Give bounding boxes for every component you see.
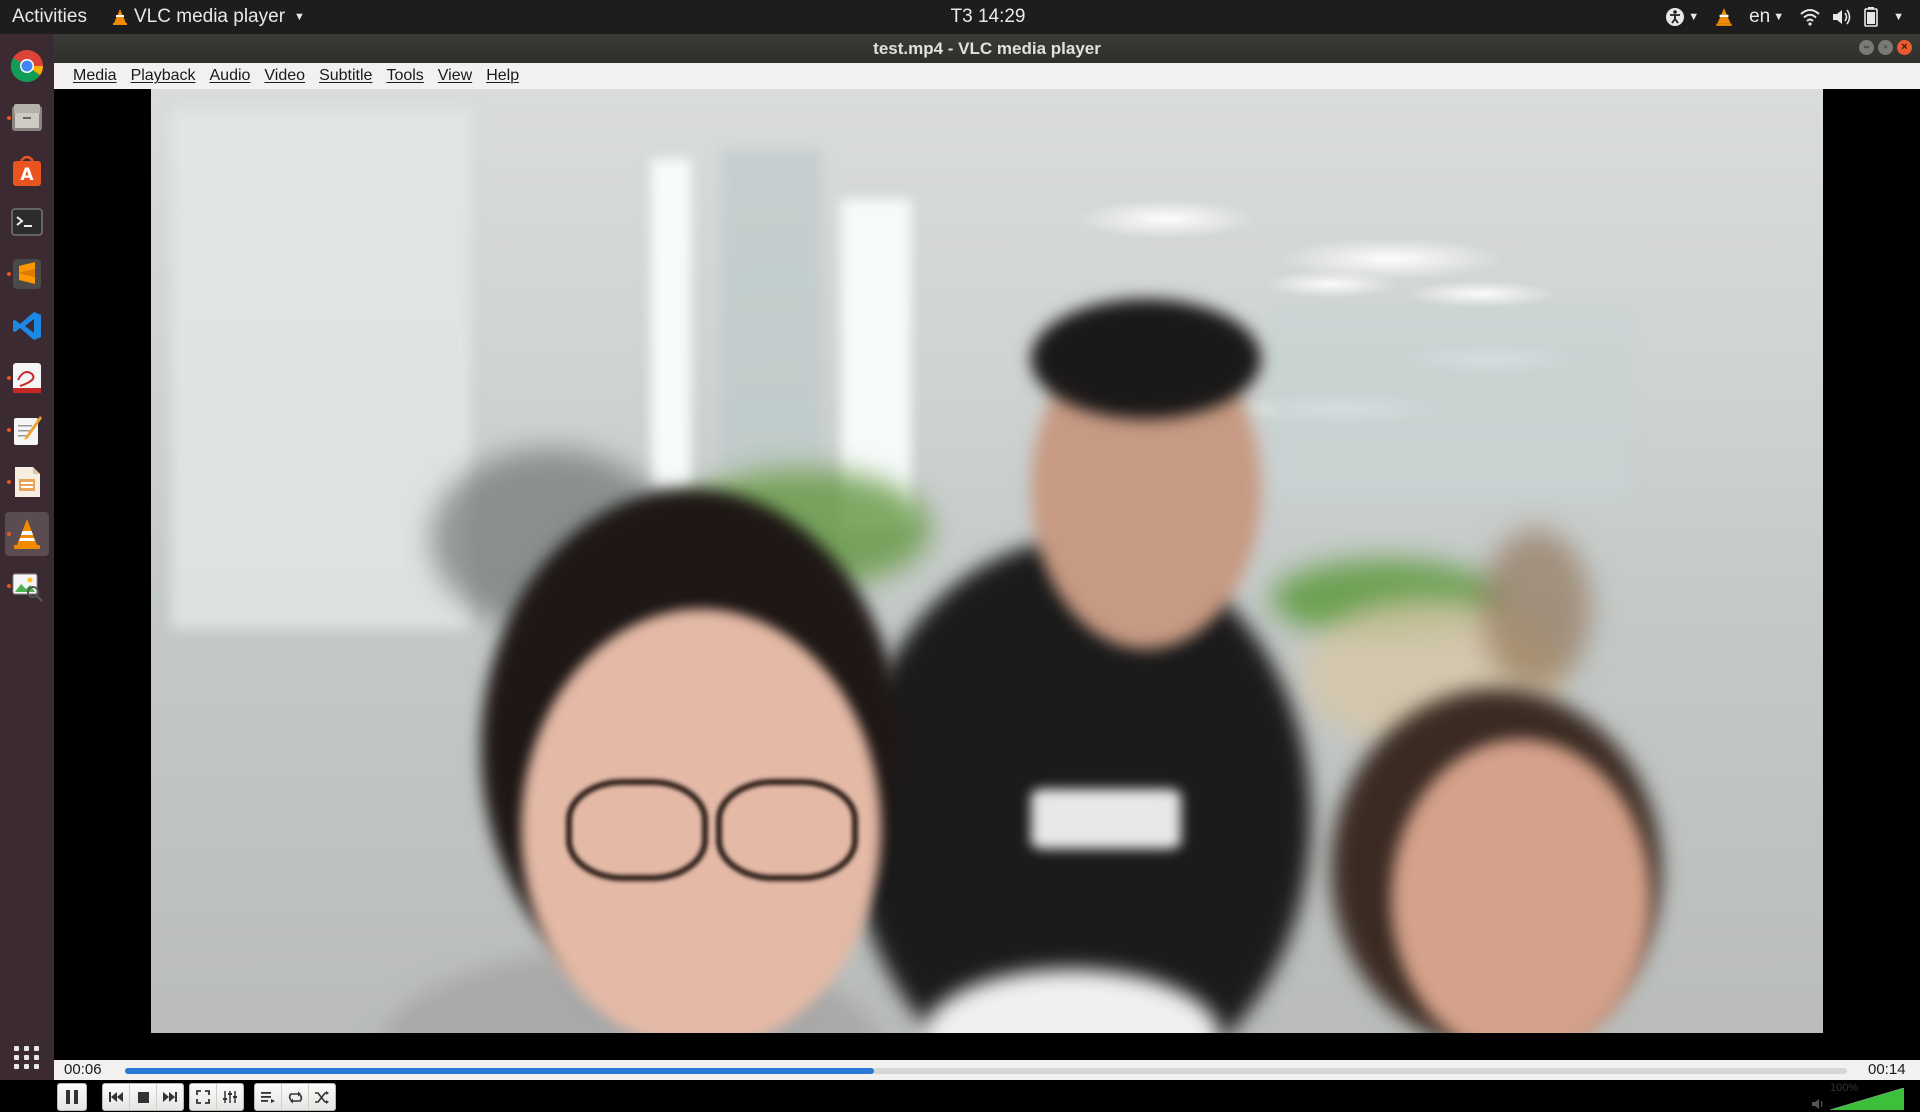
stop-button[interactable] [130, 1084, 157, 1110]
running-indicator [7, 116, 11, 120]
language-menu[interactable]: en ▼ [1749, 0, 1784, 34]
vlc-cone-icon [113, 9, 127, 25]
maximize-button[interactable]: ▫ [1878, 40, 1893, 55]
seek-progress [125, 1068, 875, 1074]
vscode-icon [13, 312, 41, 340]
playlist-group [254, 1083, 336, 1111]
running-indicator [7, 428, 11, 432]
menu-view[interactable]: View [431, 63, 479, 89]
accessibility-icon [1666, 8, 1685, 26]
pause-icon [66, 1090, 78, 1104]
dock-item-vscode[interactable] [5, 304, 49, 348]
menu-help[interactable]: Help [479, 63, 526, 89]
extended-settings-button[interactable] [217, 1084, 243, 1110]
playlist-button[interactable] [255, 1084, 282, 1110]
seek-row: 00:06 00:14 [54, 1060, 1920, 1080]
vlc-window: test.mp4 - VLC media player – ▫ × Media … [54, 34, 1920, 1111]
xournal-icon [13, 363, 41, 393]
fullscreen-icon [196, 1090, 210, 1104]
loop-icon [288, 1091, 302, 1103]
video-frame[interactable] [151, 89, 1823, 1033]
dock-item-image-viewer[interactable] [5, 564, 49, 608]
chevron-down-icon: ▼ [1688, 11, 1700, 23]
top-panel: Activities VLC media player ▼ T3 14:29 ▼… [0, 0, 1920, 34]
dock-item-xournal[interactable] [5, 356, 49, 400]
vlc-tray-icon[interactable] [1715, 7, 1733, 27]
loop-button[interactable] [282, 1084, 309, 1110]
files-icon [12, 104, 42, 131]
system-menu[interactable]: ▼ [1800, 0, 1904, 34]
dock-item-text-editor[interactable] [5, 408, 49, 452]
language-indicator: en [1749, 6, 1771, 27]
running-indicator [7, 272, 11, 276]
next-button[interactable] [157, 1084, 183, 1110]
running-indicator [7, 532, 11, 536]
volume-slider[interactable] [1830, 1088, 1904, 1110]
dock-item-sublime[interactable] [5, 252, 49, 296]
speaker-icon [1812, 1099, 1823, 1109]
transport-group [102, 1083, 184, 1111]
app-menu-label: VLC media player [134, 6, 286, 27]
dock-item-document-viewer[interactable] [5, 460, 49, 504]
menu-media[interactable]: Media [66, 63, 124, 89]
app-menu[interactable]: VLC media player ▼ [112, 0, 305, 34]
previous-icon [109, 1092, 123, 1102]
total-time[interactable]: 00:14 [1868, 1060, 1906, 1080]
menu-audio[interactable]: Audio [203, 63, 258, 89]
previous-button[interactable] [103, 1084, 130, 1110]
dock-item-software[interactable]: A [5, 148, 49, 192]
running-indicator [7, 376, 11, 380]
menu-subtitle[interactable]: Subtitle [312, 63, 379, 89]
chevron-down-icon: ▼ [1773, 11, 1785, 23]
video-area[interactable] [54, 89, 1920, 1060]
svg-text:A: A [20, 165, 34, 185]
window-controls: – ▫ × [1859, 40, 1912, 55]
image-viewer-icon [12, 573, 43, 602]
dock: A [0, 34, 54, 1080]
volume-control[interactable]: 100% [1812, 1082, 1912, 1112]
running-indicator [7, 480, 11, 484]
shuffle-button[interactable] [309, 1084, 335, 1110]
show-applications-button[interactable] [12, 1042, 42, 1072]
pause-button[interactable] [57, 1083, 87, 1111]
chevron-down-icon: ▼ [294, 11, 305, 23]
equalizer-icon [223, 1091, 237, 1103]
seek-slider[interactable] [125, 1068, 1847, 1074]
chrome-icon [10, 50, 43, 82]
software-center-icon: A [13, 155, 41, 186]
system-tray: ▼ en ▼ ▼ [1665, 0, 1904, 34]
title-bar[interactable]: test.mp4 - VLC media player – ▫ × [54, 34, 1920, 63]
window-title: test.mp4 - VLC media player [873, 39, 1101, 58]
menu-tools[interactable]: Tools [379, 63, 430, 89]
wifi-icon [1800, 9, 1820, 26]
elapsed-time[interactable]: 00:06 [64, 1060, 102, 1080]
dock-item-vlc[interactable] [5, 512, 49, 556]
playlist-icon [261, 1091, 275, 1103]
fullscreen-button[interactable] [190, 1084, 217, 1110]
menu-bar: Media Playback Audio Video Subtitle Tool… [54, 63, 1920, 89]
dock-item-terminal[interactable] [5, 200, 49, 244]
close-button[interactable]: × [1897, 40, 1912, 55]
terminal-icon [11, 208, 43, 236]
accessibility-menu[interactable]: ▼ [1665, 0, 1699, 34]
running-indicator [7, 584, 11, 588]
shuffle-icon [315, 1090, 329, 1104]
volume-icon [1833, 9, 1851, 25]
minimize-button[interactable]: – [1859, 40, 1874, 55]
sublime-text-icon [13, 259, 41, 289]
stop-icon [137, 1091, 149, 1103]
text-editor-icon [14, 416, 42, 445]
document-viewer-icon [15, 467, 40, 497]
activities-button[interactable]: Activities [12, 0, 87, 34]
clock[interactable]: T3 14:29 [951, 6, 1026, 27]
dock-item-files[interactable] [5, 96, 49, 140]
chevron-down-icon: ▼ [1893, 11, 1904, 23]
view-group [189, 1083, 244, 1111]
menu-playback[interactable]: Playback [124, 63, 203, 89]
menu-video[interactable]: Video [257, 63, 312, 89]
next-icon [163, 1092, 177, 1102]
battery-icon [1864, 7, 1878, 27]
vlc-icon [14, 519, 40, 549]
dock-item-chrome[interactable] [5, 44, 49, 88]
